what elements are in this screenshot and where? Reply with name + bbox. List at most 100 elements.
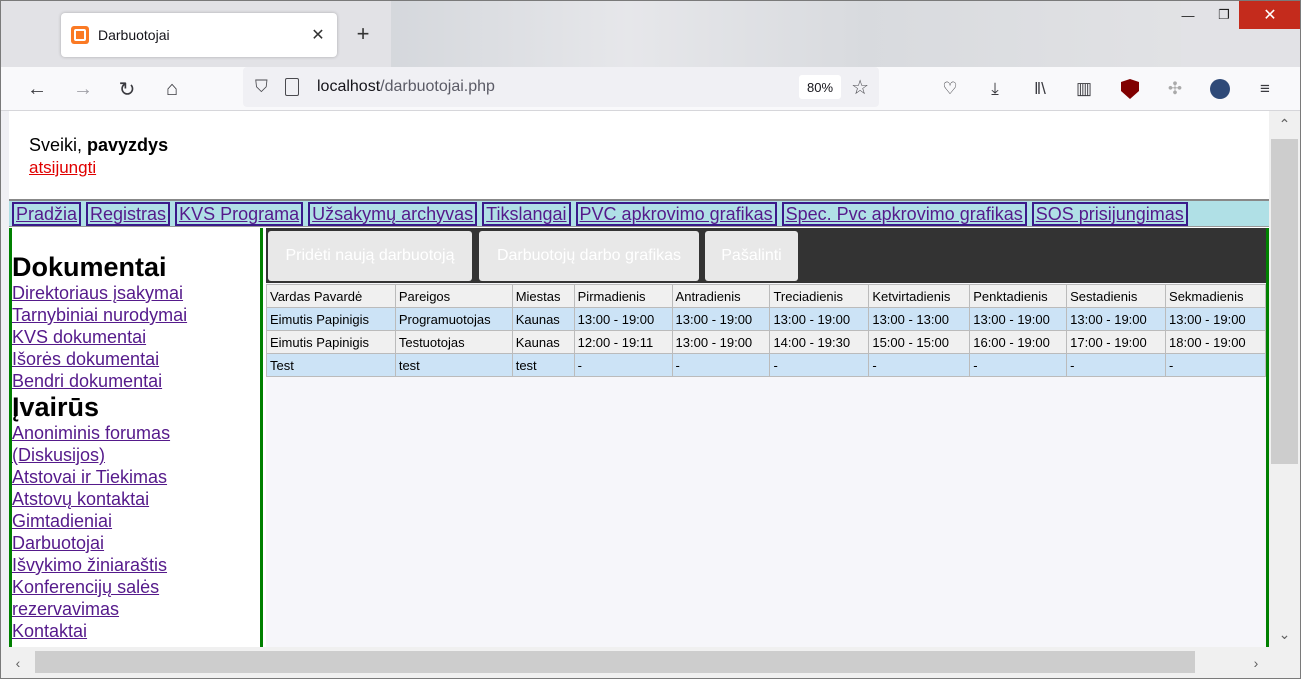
sidebar-link-kvs-dokumentai[interactable]: KVS dokumentai — [12, 326, 260, 348]
navigation-bar: ← → ↻ ⌂ ⛉ localhost/darbuotojai.php 80% … — [1, 67, 1300, 111]
table-cell: 17:00 - 19:00 — [1066, 330, 1167, 354]
sidebar-toggle-icon[interactable]: ▥ — [1070, 75, 1098, 103]
sidebar-link-bendri-dokumentai[interactable]: Bendri dokumentai — [12, 370, 260, 392]
greeting: Sveiki, pavyzdys — [29, 135, 169, 155]
table-cell: 13:00 - 19:00 — [969, 307, 1068, 331]
section-heading-dokumentai: Dokumentai — [12, 252, 167, 282]
page-viewport: Sveiki, pavyzdys atsijungti Pradžia Regi… — [9, 111, 1269, 647]
scroll-left-icon[interactable]: ‹ — [3, 647, 33, 678]
table-row[interactable]: Test test test - - - - - - - — [266, 353, 1266, 377]
library-icon[interactable]: ‖\ — [1026, 75, 1054, 103]
table-cell: 18:00 - 19:00 — [1165, 330, 1266, 354]
sidebar-link-tarnybiniai-nurodymai[interactable]: Tarnybiniai nurodymai — [12, 304, 260, 326]
url-text[interactable]: localhost/darbuotojai.php — [317, 78, 799, 96]
work-schedule-button[interactable]: Darbuotojų darbo grafikas — [479, 231, 699, 281]
add-employee-button[interactable]: Pridėti naują darbuotoją — [268, 231, 472, 281]
main-content: Pridėti naują darbuotoją Darbuotojų darb… — [266, 228, 1269, 647]
zoom-level[interactable]: 80% — [799, 75, 842, 99]
sidebar-link-anoniminis-forumas[interactable]: Anoniminis forumas (Diskusijos) — [12, 422, 260, 466]
table-cell: - — [573, 353, 673, 377]
table-cell: Programuotojas — [394, 307, 513, 331]
column-header: Penktadienis — [969, 284, 1068, 308]
table-cell: 13:00 - 19:00 — [1165, 307, 1266, 331]
horizontal-scroll-thumb[interactable] — [35, 651, 1195, 673]
menu-pradzia[interactable]: Pradžia — [12, 201, 82, 226]
vertical-scrollbar[interactable]: ⌃ ⌄ — [1269, 111, 1300, 647]
vertical-scroll-thumb[interactable] — [1271, 139, 1298, 464]
home-icon[interactable]: ⌂ — [158, 75, 186, 103]
page-info-icon[interactable] — [285, 78, 299, 96]
ublock-icon[interactable] — [1116, 75, 1144, 103]
tab-title: Darbuotojai — [98, 27, 170, 43]
sidebar-link-atstovai-tiekimas[interactable]: Atstovai ir Tiekimas — [12, 466, 260, 488]
column-header: Antradienis — [671, 284, 771, 308]
username: pavyzdys — [87, 135, 169, 155]
menu-registras[interactable]: Registras — [86, 201, 171, 226]
reload-icon[interactable]: ↻ — [113, 75, 141, 103]
column-header: Miestas — [511, 284, 575, 308]
close-tab-icon[interactable]: ✕ — [307, 24, 329, 46]
downloads-icon[interactable]: ⤓ — [981, 75, 1009, 103]
bookmark-star-icon[interactable]: ☆ — [851, 75, 869, 100]
table-cell: Eimutis Papinigis — [266, 330, 396, 354]
sidebar-link-konferenciju-sales[interactable]: Konferencijų salės rezervavimas — [12, 576, 260, 620]
menu-kvs-programa[interactable]: KVS Programa — [175, 201, 304, 226]
table-cell: 13:00 - 19:00 — [1066, 307, 1167, 331]
scroll-right-icon[interactable]: › — [1241, 647, 1271, 678]
sidebar-link-darbuotojai[interactable]: Darbuotojai — [12, 532, 260, 554]
column-header: Vardas Pavardė — [266, 284, 396, 308]
back-icon[interactable]: ← — [23, 75, 51, 103]
menu-uzsakymu-archyvas[interactable]: Užsakymų archyvas — [308, 201, 478, 226]
column-header: Ketvirtadienis — [868, 284, 971, 308]
new-tab-icon[interactable]: + — [351, 23, 375, 47]
section-heading-ivairus: Įvairūs — [12, 392, 100, 422]
table-header-row: Vardas Pavardė Pareigos Miestas Pirmadienis… — [266, 284, 1266, 308]
column-header: Pareigos — [394, 284, 513, 308]
menu-pvc-grafikas[interactable]: PVC apkrovimo grafikas — [575, 201, 777, 226]
table-cell: 13:00 - 13:00 — [868, 307, 971, 331]
sidebar-link-kontaktai[interactable]: Kontaktai — [12, 620, 260, 642]
table-cell: test — [394, 353, 513, 377]
window-close-icon[interactable]: ✕ — [1239, 1, 1300, 29]
tab-darbuotojai[interactable]: Darbuotojai ✕ — [61, 13, 337, 57]
sidebar-link-isvykimo-ziniarastis[interactable]: Išvykimo žiniaraštis — [12, 554, 260, 576]
column-header: Sekmadienis — [1165, 284, 1266, 308]
sidebar-link-gimtadieniai[interactable]: Gimtadieniai — [12, 510, 260, 532]
top-menu: Pradžia Registras KVS Programa Užsakymų … — [9, 199, 1269, 227]
sidebar: Dokumentai Direktoriaus įsakymai Tarnybi… — [9, 228, 263, 647]
table-cell: 13:00 - 19:00 — [573, 307, 673, 331]
remove-button[interactable]: Pašalinti — [705, 231, 798, 281]
menu-sos-prisijungimas[interactable]: SOS prisijungimas — [1031, 201, 1188, 226]
table-row[interactable]: Eimutis Papinigis Testuotojas Kaunas 12:00 … — [266, 330, 1266, 354]
table-cell: Eimutis Papinigis — [266, 307, 396, 331]
sidebar-link-atstovu-kontaktai[interactable]: Atstovų kontaktai — [12, 488, 260, 510]
browser-window: Darbuotojai ✕ + ― ❐ ✕ ← → ↻ ⌂ ⛉ localhos… — [0, 0, 1301, 679]
menu-icon[interactable]: ≡ — [1251, 75, 1279, 103]
background-window — [391, 1, 1181, 67]
logout-link[interactable]: atsijungti — [29, 158, 96, 178]
table-cell: test — [511, 353, 575, 377]
table-cell: - — [1165, 353, 1266, 377]
table-cell: Test — [266, 353, 396, 377]
extension-icon[interactable]: ✣ — [1161, 75, 1189, 103]
profile-icon[interactable] — [1206, 75, 1234, 103]
address-bar[interactable]: ⛉ localhost/darbuotojai.php 80% ☆ — [243, 67, 879, 107]
scroll-down-icon[interactable]: ⌄ — [1269, 621, 1300, 647]
horizontal-scrollbar[interactable]: ‹ › — [1, 647, 1300, 678]
menu-spec-pvc-grafikas[interactable]: Spec. Pvc apkrovimo grafikas — [781, 201, 1027, 226]
menu-tikslangai[interactable]: Tikslangai — [482, 201, 571, 226]
column-header: Pirmadienis — [573, 284, 673, 308]
scroll-up-icon[interactable]: ⌃ — [1269, 111, 1300, 137]
pocket-icon[interactable]: ♡ — [936, 75, 964, 103]
tracking-shield-icon[interactable]: ⛉ — [255, 77, 273, 97]
forward-icon[interactable]: → — [69, 75, 97, 103]
table-cell: Kaunas — [511, 307, 575, 331]
sidebar-link-isores-dokumentai[interactable]: Išorės dokumentai — [12, 348, 260, 370]
table-cell: 13:00 - 19:00 — [769, 307, 870, 331]
table-cell: - — [671, 353, 771, 377]
table-row[interactable]: Eimutis Papinigis Programuotojas Kaunas 13:… — [266, 307, 1266, 331]
sidebar-link-direktoriaus-isakymai[interactable]: Direktoriaus įsakymai — [12, 282, 260, 304]
table-cell: Kaunas — [511, 330, 575, 354]
table-cell: 13:00 - 19:00 — [671, 307, 771, 331]
xampp-favicon-icon — [71, 26, 89, 44]
